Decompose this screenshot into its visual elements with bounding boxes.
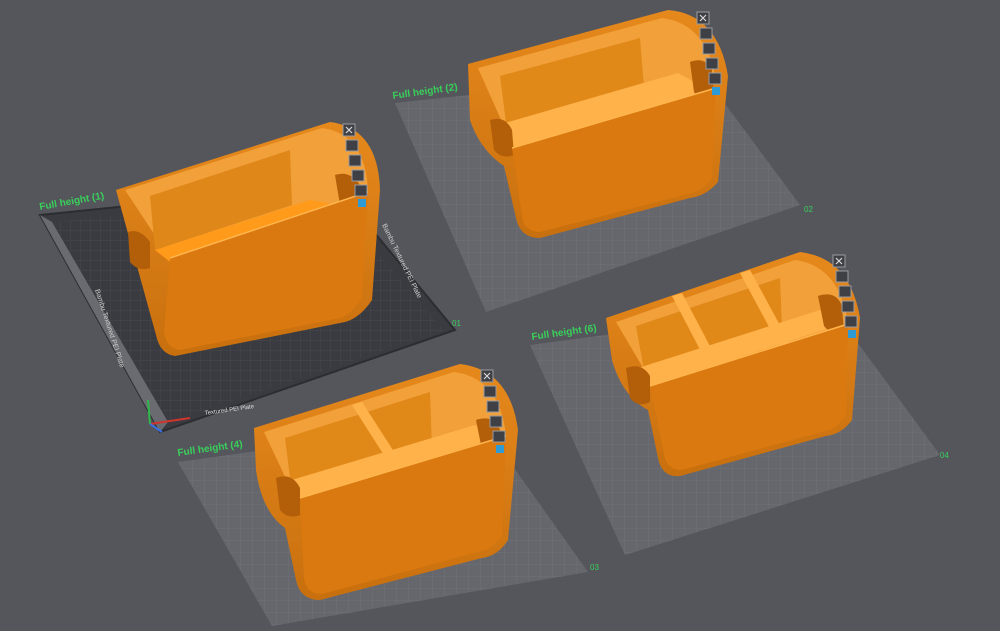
slice-icon[interactable]	[848, 330, 856, 338]
lock-icon[interactable]	[489, 415, 503, 428]
lock-icon[interactable]	[705, 57, 719, 70]
slice-icon[interactable]	[496, 445, 504, 453]
lock-icon[interactable]	[351, 169, 365, 182]
plate-2[interactable]: Full height (2) 02	[392, 10, 814, 312]
orient-icon[interactable]	[486, 400, 500, 413]
plate-1-number: 01	[452, 319, 461, 328]
arrange-icon[interactable]	[483, 385, 497, 398]
plate-3-number: 03	[590, 563, 599, 572]
plate-1-model[interactable]	[116, 122, 380, 356]
orient-icon[interactable]	[348, 154, 362, 167]
3d-viewport[interactable]: Textured PEI Plate Bambu Textured PEI Pl…	[0, 0, 1000, 626]
orient-icon[interactable]	[838, 285, 852, 298]
settings-icon[interactable]	[354, 184, 368, 197]
settings-icon[interactable]	[844, 315, 858, 328]
slice-icon[interactable]	[358, 199, 366, 207]
plate-2-number: 02	[804, 205, 813, 214]
orient-icon[interactable]	[702, 42, 716, 55]
arrange-icon[interactable]	[699, 27, 713, 40]
arrange-icon[interactable]	[835, 270, 849, 283]
slice-icon[interactable]	[712, 87, 720, 95]
arrange-icon[interactable]	[345, 139, 359, 152]
plate-4-number: 04	[940, 451, 949, 460]
settings-icon[interactable]	[708, 72, 722, 85]
plate-4[interactable]: Full height (6) 04	[530, 252, 949, 555]
lock-icon[interactable]	[841, 300, 855, 313]
settings-icon[interactable]	[492, 430, 506, 443]
